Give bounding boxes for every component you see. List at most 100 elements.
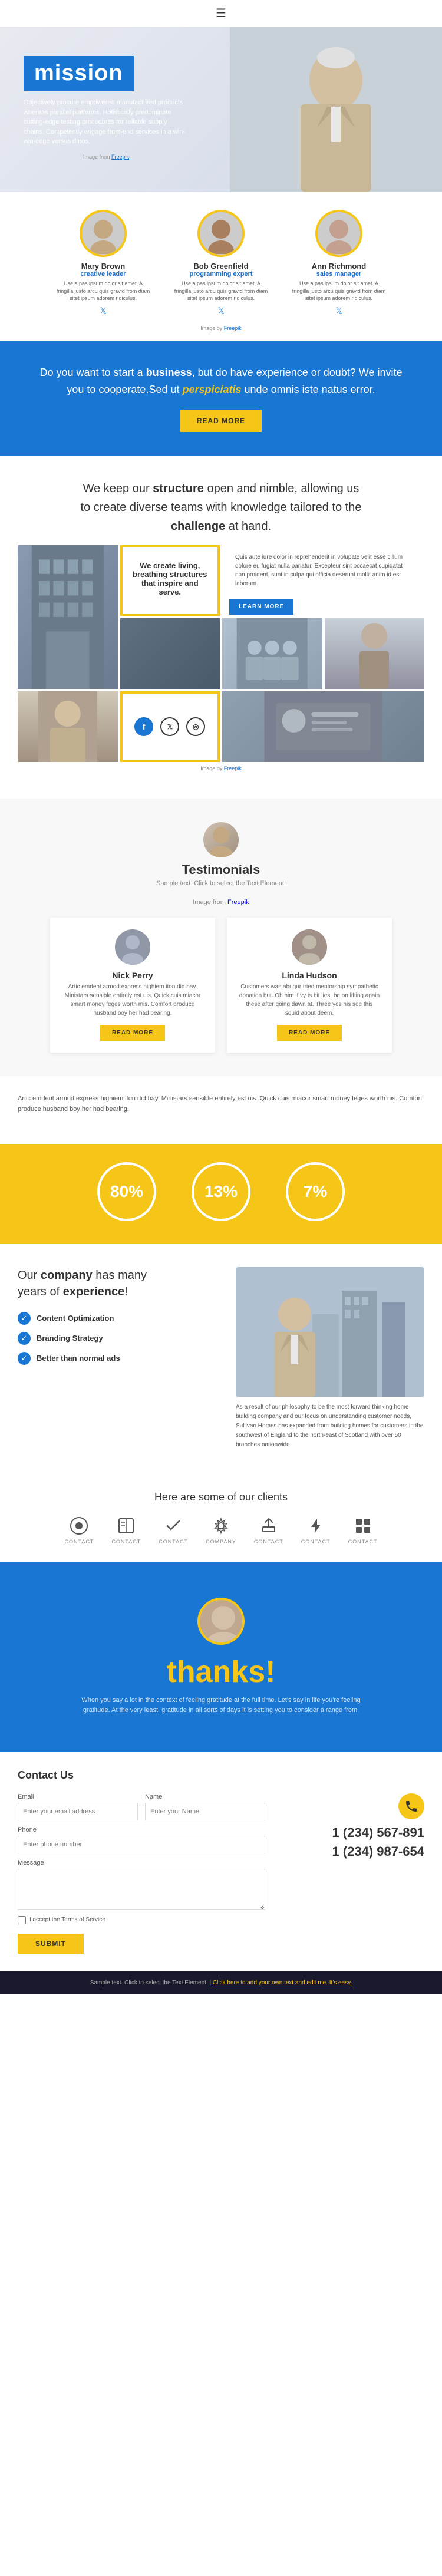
form-group-name: Name (145, 1793, 265, 1820)
team-name-2: Bob Greenfield (193, 262, 248, 271)
thanks-avatar (197, 1598, 245, 1645)
company-image (236, 1267, 424, 1397)
team-avatar-3 (315, 210, 362, 257)
stat-number-3: 7% (304, 1182, 327, 1201)
hero-section: mission Objectively procure empowered ma… (0, 27, 442, 192)
email-input[interactable] (18, 1803, 138, 1820)
company-right: As a result of our philosophy to be the … (236, 1267, 424, 1450)
learn-more-button[interactable]: LEARN MORE (229, 599, 293, 615)
company-feature-2: ✓ Branding Strategy (18, 1332, 218, 1345)
contact-grid: Email Name Phone Message I accept the Te… (18, 1793, 424, 1954)
client-icon-7 (352, 1515, 374, 1536)
grid-img-meeting (222, 618, 322, 689)
company-title: Our company has manyyears of experience! (18, 1267, 218, 1300)
structure-grid: We create living, breathing structures t… (18, 545, 424, 762)
client-name-3: CONTACT (159, 1539, 188, 1545)
menu-icon[interactable]: ☰ (216, 6, 226, 21)
testimonials-top-avatar (203, 822, 239, 857)
team-twitter-3[interactable]: 𝕏 (335, 306, 342, 316)
thanks-title-part2: ks! (231, 1655, 275, 1689)
grid-img-office (120, 618, 220, 689)
team-name-1: Mary Brown (81, 262, 125, 271)
testimonials-credit-link[interactable]: Freepik (227, 899, 249, 906)
submit-button[interactable]: SUBMIT (18, 1934, 84, 1954)
team-role-1: creative leader (80, 271, 126, 278)
team-credit-link[interactable]: Freepik (224, 325, 242, 331)
cta-text-part3: unde omnis iste natus error. (242, 384, 375, 395)
grid-yellow-text-box: We create living, breathing structures t… (120, 545, 220, 616)
client-logo-6: CONTACT (301, 1515, 331, 1545)
terms-checkbox[interactable] (18, 1916, 26, 1924)
stat-item-2: 13% (192, 1162, 250, 1226)
company-feature-1: ✓ Content Optimization (18, 1312, 218, 1325)
stat-item-3: 7% (286, 1162, 345, 1226)
testimonials-subtitle: Sample text. Click to select the Text El… (18, 880, 424, 887)
company-feature-3: ✓ Better than normal ads (18, 1352, 218, 1365)
team-desc-3: Use a pas ipsum dolor sit amet. A fringi… (292, 280, 386, 302)
testimonial-read-more-1[interactable]: READ MORE (100, 1025, 165, 1041)
client-logo-2: CONTACT (111, 1515, 141, 1545)
instagram-icon[interactable]: ◎ (186, 717, 205, 736)
form-group-phone: Phone (18, 1826, 265, 1853)
mission-box: mission (24, 56, 134, 91)
form-row-email-name: Email Name (18, 1793, 265, 1820)
thanks-title: thanks! (18, 1654, 424, 1690)
cta-bold: business (146, 367, 192, 378)
phone-input[interactable] (18, 1836, 265, 1853)
testimonials-section: Testimonials Sample text. Click to selec… (0, 799, 442, 1076)
company-desc: As a result of our philosophy to be the … (236, 1403, 424, 1450)
team-avatar-1 (80, 210, 127, 257)
cta-button[interactable]: READ MORE (180, 410, 262, 432)
contact-form: Email Name Phone Message I accept the Te… (18, 1793, 265, 1954)
testimonial-avatar-2 (292, 929, 327, 965)
check-icon-2: ✓ (18, 1332, 31, 1345)
social-icons: f 𝕏 ◎ (134, 717, 205, 736)
terms-label: I accept the Terms of Service (29, 1917, 105, 1923)
client-name-7: CONTACT (348, 1539, 378, 1545)
grid-credit-link[interactable]: Freepik (224, 766, 242, 771)
thanks-title-part1: than (167, 1655, 232, 1689)
structure-right-text: Quis aute iure dolor in reprehenderit in… (229, 547, 417, 594)
check-icon-1: ✓ (18, 1312, 31, 1325)
grid-image-credit: Image by Freepik (18, 762, 424, 775)
client-icon-3 (163, 1515, 184, 1536)
client-logo-1: CONTACT (65, 1515, 94, 1545)
footer-link[interactable]: Click here to add your own text and edit… (213, 1980, 352, 1986)
team-member-3: Ann Richmond sales manager Use a pas ips… (292, 210, 386, 316)
phone-icon-box (398, 1793, 424, 1819)
contact-right: 1 (234) 567-891 1 (234) 987-654 (283, 1793, 424, 1954)
team-avatar-2 (197, 210, 245, 257)
testimonial-name-1: Nick Perry (62, 971, 203, 980)
team-twitter-1[interactable]: 𝕏 (100, 306, 106, 316)
team-twitter-2[interactable]: 𝕏 (217, 306, 224, 316)
name-input[interactable] (145, 1803, 265, 1820)
footer: Sample text. Click to select the Text El… (0, 1971, 442, 1994)
phone-number-2[interactable]: 1 (234) 987-654 (283, 1844, 424, 1859)
message-textarea[interactable] (18, 1869, 265, 1910)
cta-text-part1: Do you want to start a (39, 367, 146, 378)
phone-label: Phone (18, 1826, 265, 1833)
mission-title: mission (34, 61, 123, 85)
hero-credit-link[interactable]: Freepik (111, 154, 129, 160)
client-name-4: COMPANY (206, 1539, 236, 1545)
grid-right-text-box: Quis aute iure dolor in reprehenderit in… (222, 545, 424, 616)
stat-circle-1: 80% (97, 1162, 156, 1221)
client-logo-7: CONTACT (348, 1515, 378, 1545)
footer-text: Sample text. Click to select the Text El… (90, 1980, 208, 1986)
testimonial-text-1: Artic emdent armod express highiem iton … (62, 982, 203, 1018)
client-name-1: CONTACT (65, 1539, 94, 1545)
grid-img-person3 (18, 691, 118, 762)
phone-number-1[interactable]: 1 (234) 567-891 (283, 1825, 424, 1841)
stat-number-2: 13% (204, 1182, 238, 1201)
team-member-1: Mary Brown creative leader Use a pas ips… (56, 210, 150, 316)
testimonial-read-more-2[interactable]: READ MORE (277, 1025, 342, 1041)
hero-description: Objectively procure empowered manufactur… (24, 98, 189, 147)
facebook-icon[interactable]: f (134, 717, 153, 736)
team-member-2: Bob Greenfield programming expert Use a … (174, 210, 268, 316)
twitter-icon[interactable]: 𝕏 (160, 717, 179, 736)
hero-image-credit: Image from Freepik (24, 150, 189, 163)
testimonial-card-2: Linda Hudson Customers was abuqur tried … (227, 918, 392, 1053)
stat-item-1: 80% (97, 1162, 156, 1226)
cta-section: Do you want to start a business, but do … (0, 341, 442, 456)
article-section: Artic emdent armod express highiem iton … (0, 1076, 442, 1144)
